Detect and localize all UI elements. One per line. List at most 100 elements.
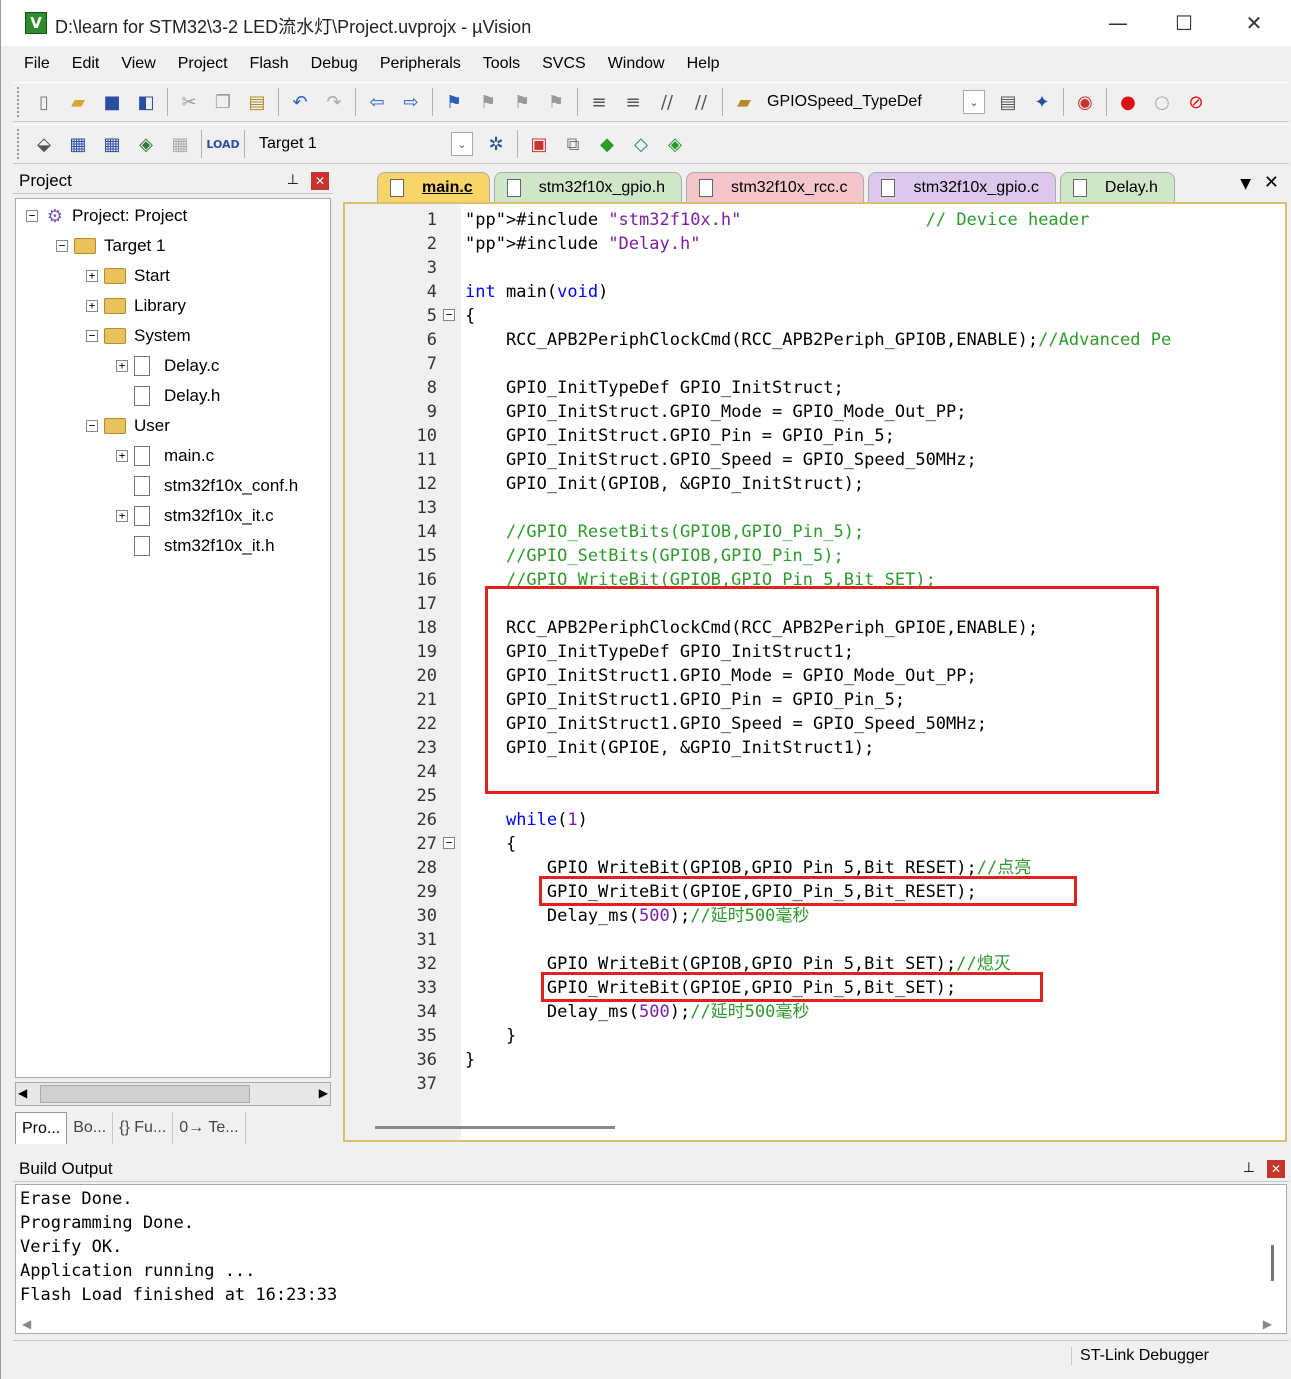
expand-icon[interactable]: +: [86, 270, 98, 282]
fold-icon[interactable]: −: [443, 837, 455, 849]
target-select[interactable]: Target 1 ⌄: [249, 130, 479, 158]
expand-icon[interactable]: +: [116, 450, 128, 462]
tab-functions[interactable]: {} Fu...: [113, 1112, 174, 1144]
target-options-icon[interactable]: ✲: [482, 130, 510, 158]
menu-flash[interactable]: Flash: [239, 51, 300, 77]
scroll-right-icon[interactable]: ▶: [319, 1086, 328, 1100]
prev-bookmark-icon[interactable]: ⚑: [474, 88, 502, 116]
tab-templates[interactable]: 0→ Te...: [173, 1112, 246, 1144]
unindent-icon[interactable]: ≡: [619, 88, 647, 116]
new-file-icon[interactable]: ▯: [30, 88, 58, 116]
debug-session-icon[interactable]: ◉: [1071, 88, 1099, 116]
build-vscroll-thumb[interactable]: [1271, 1245, 1274, 1281]
code-line[interactable]: RCC_APB2PeriphClockCmd(RCC_APB2Periph_GP…: [465, 328, 1171, 352]
code-line[interactable]: GPIO_Init(GPIOB, &GPIO_InitStruct);: [465, 472, 864, 496]
tree-node-delay-h[interactable]: Delay.h: [134, 381, 220, 411]
tree-node-it-h[interactable]: stm32f10x_it.h: [134, 531, 275, 561]
toolbar-grip[interactable]: [17, 87, 21, 117]
tab-main-c[interactable]: main.c: [377, 172, 490, 202]
uncomment-icon[interactable]: //: [687, 88, 715, 116]
chevron-down-icon[interactable]: ⌄: [451, 132, 473, 156]
menu-help[interactable]: Help: [676, 51, 731, 77]
build-icon[interactable]: ▦: [64, 130, 92, 158]
collapse-icon[interactable]: −: [86, 330, 98, 342]
tree-node-library[interactable]: + Library: [86, 291, 186, 321]
indent-icon[interactable]: ≡: [585, 88, 613, 116]
menu-tools[interactable]: Tools: [472, 51, 531, 77]
scroll-left-icon[interactable]: ◀: [22, 1317, 31, 1331]
collapse-icon[interactable]: −: [86, 420, 98, 432]
software-packs-icon[interactable]: ◇: [627, 130, 655, 158]
code-line[interactable]: "pp">#include "stm32f10x.h" // Device he…: [465, 208, 1089, 232]
tab-list-icon[interactable]: ▼: [1240, 176, 1251, 192]
scrollbar-thumb[interactable]: [40, 1085, 250, 1103]
code-line[interactable]: {: [465, 832, 516, 856]
tab-stm32f10x-gpio-h[interactable]: stm32f10x_gpio.h: [493, 172, 682, 202]
clear-bookmarks-icon[interactable]: ⚑: [542, 88, 570, 116]
code-line[interactable]: "pp">#include "Delay.h": [465, 232, 700, 256]
close-icon[interactable]: ✕: [1267, 1160, 1285, 1178]
find-combo[interactable]: GPIOSpeed_TypeDef ⌄: [761, 88, 991, 116]
toolbar-grip[interactable]: [17, 129, 21, 159]
cut-icon[interactable]: ✂: [175, 88, 203, 116]
code-line[interactable]: //GPIO_SetBits(GPIOB,GPIO_Pin_5);: [465, 544, 844, 568]
file-extensions-icon[interactable]: ⧉: [559, 130, 587, 158]
horizontal-scrollbar[interactable]: ◀ ▶: [15, 1082, 331, 1106]
code-line[interactable]: Delay_ms(500);//延时500毫秒: [465, 1000, 810, 1024]
breakpoint-icon[interactable]: ●: [1114, 88, 1142, 116]
maximize-button[interactable]: ☐: [1161, 8, 1207, 38]
menu-view[interactable]: View: [110, 51, 166, 77]
kill-breakpoints-icon[interactable]: ⊘: [1182, 88, 1210, 116]
tab-books[interactable]: Bo...: [67, 1112, 114, 1144]
bookmark-icon[interactable]: ⚑: [440, 88, 468, 116]
scroll-right-icon[interactable]: ▶: [1263, 1317, 1272, 1331]
tree-node-project[interactable]: − ⚙ Project: Project: [26, 201, 187, 231]
select-packs-icon[interactable]: ◆: [593, 130, 621, 158]
code-line[interactable]: Delay_ms(500);//延时500毫秒: [465, 904, 810, 928]
translate-icon[interactable]: ⬙: [30, 130, 58, 158]
build-output-text[interactable]: Erase Done. Programming Done. Verify OK.…: [15, 1184, 1287, 1334]
close-icon[interactable]: ✕: [311, 172, 329, 190]
tab-delay-h[interactable]: Delay.h: [1059, 172, 1175, 202]
save-icon[interactable]: ■: [98, 88, 126, 116]
code-line[interactable]: GPIO_InitStruct.GPIO_Speed = GPIO_Speed_…: [465, 448, 977, 472]
close-tab-icon[interactable]: ✕: [1264, 172, 1279, 193]
code-line[interactable]: //GPIO_ResetBits(GPIOB,GPIO_Pin_5);: [465, 520, 864, 544]
menu-window[interactable]: Window: [597, 51, 676, 77]
tree-node-system[interactable]: − System: [86, 321, 191, 351]
code-line[interactable]: {: [465, 304, 475, 328]
collapse-icon[interactable]: −: [26, 210, 38, 222]
collapse-icon[interactable]: −: [56, 240, 68, 252]
close-button[interactable]: ✕: [1231, 8, 1277, 38]
copy-icon[interactable]: ❐: [209, 88, 237, 116]
comment-icon[interactable]: //: [653, 88, 681, 116]
fold-icon[interactable]: −: [443, 309, 455, 321]
batch-build-icon[interactable]: ◈: [132, 130, 160, 158]
expand-icon[interactable]: +: [86, 300, 98, 312]
navigate-back-icon[interactable]: ⇦: [363, 88, 391, 116]
disable-breakpoint-icon[interactable]: ○: [1148, 88, 1176, 116]
pin-icon[interactable]: ⊥: [287, 172, 299, 188]
code-line[interactable]: }: [465, 1024, 516, 1048]
configure-icon[interactable]: ✦: [1028, 88, 1056, 116]
expand-icon[interactable]: +: [116, 510, 128, 522]
paste-icon[interactable]: ▤: [243, 88, 271, 116]
manage-components-icon[interactable]: ▣: [525, 130, 553, 158]
tree-node-it-c[interactable]: + stm32f10x_it.c: [116, 501, 274, 531]
redo-icon[interactable]: ↷: [320, 88, 348, 116]
code-editor[interactable]: 1 2 3 4 5 6 7 8 9 10 11 12 13 14 15 16 17 18 19 20 21 22 23 24 2…: [343, 202, 1287, 1142]
minimize-button[interactable]: —: [1095, 8, 1141, 38]
menu-project[interactable]: Project: [167, 51, 239, 77]
tree-node-delay-c[interactable]: + Delay.c: [116, 351, 219, 381]
code-line[interactable]: }: [465, 1048, 475, 1072]
expand-icon[interactable]: +: [116, 360, 128, 372]
navigate-forward-icon[interactable]: ⇨: [397, 88, 425, 116]
tree-node-conf-h[interactable]: stm32f10x_conf.h: [134, 471, 298, 501]
download-icon[interactable]: LOAD: [206, 130, 239, 158]
menu-debug[interactable]: Debug: [300, 51, 369, 77]
editor-hscroll-thumb[interactable]: [375, 1126, 615, 1129]
pin-icon[interactable]: ⊥: [1243, 1160, 1255, 1176]
code-line[interactable]: GPIO_InitStruct.GPIO_Mode = GPIO_Mode_Ou…: [465, 400, 967, 424]
save-all-icon[interactable]: ◧: [132, 88, 160, 116]
stop-build-icon[interactable]: ▦: [166, 130, 194, 158]
